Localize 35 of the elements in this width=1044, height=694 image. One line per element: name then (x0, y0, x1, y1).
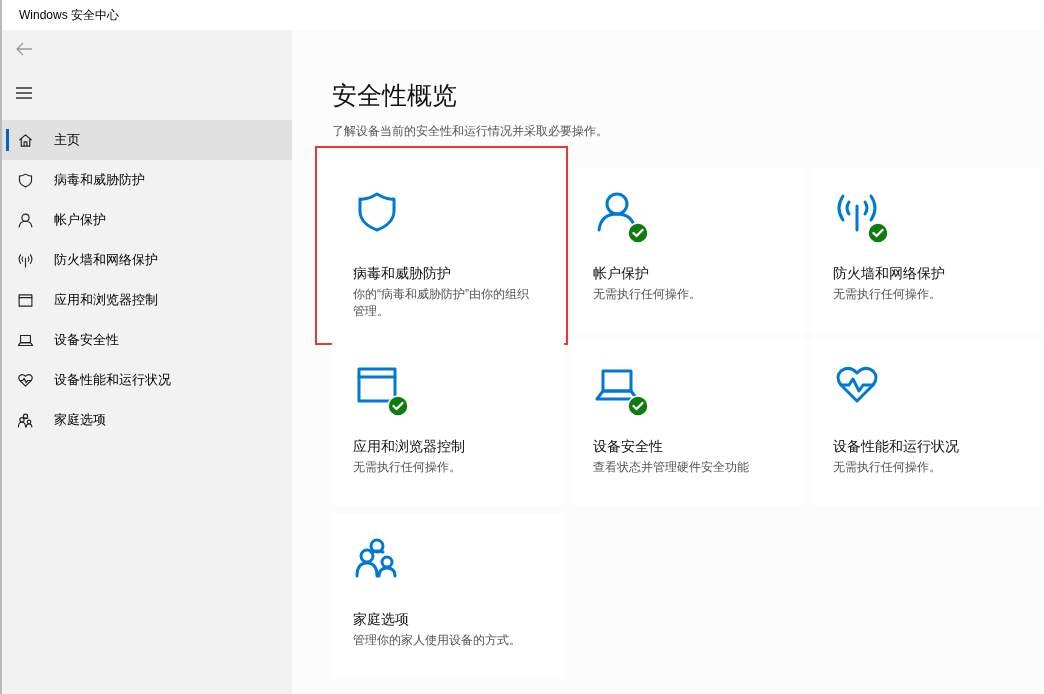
card-description: 管理你的家人使用设备的方式。 (353, 632, 522, 649)
card-title: 防火墙和网络保护 (833, 264, 946, 283)
card-description: 无需执行任何操作。 (593, 286, 702, 303)
card-description: 查看状态并管理硬件安全功能 (593, 459, 750, 476)
card-description: 你的“病毒和威胁防护”由你的组织管理。 (353, 286, 530, 320)
home-icon (17, 131, 34, 149)
selection-indicator (6, 129, 9, 151)
sidebar-item[interactable]: 防火墙和网络保护 (2, 240, 292, 280)
person-icon (17, 211, 34, 229)
card-title: 设备性能和运行状况 (833, 437, 960, 456)
menu-icon (16, 87, 32, 99)
antenna-icon (17, 251, 34, 269)
card-title: 应用和浏览器控制 (353, 437, 466, 456)
window-icon (17, 291, 34, 309)
card-title: 病毒和威胁防护 (353, 264, 452, 283)
shield-icon (17, 171, 34, 189)
card-description: 无需执行任何操作。 (833, 459, 942, 476)
sidebar-item[interactable]: 主页 (2, 120, 292, 160)
sidebar-item[interactable]: 病毒和威胁防护 (2, 160, 292, 200)
card-description: 无需执行任何操作。 (833, 286, 942, 303)
family-icon (17, 411, 34, 429)
sidebar-item[interactable]: 家庭选项 (2, 400, 292, 440)
heart-icon (17, 371, 34, 389)
card-title: 家庭选项 (353, 610, 410, 629)
back-arrow-icon (15, 42, 33, 56)
window-title: Windows 安全中心 (19, 7, 119, 24)
sidebar-item[interactable]: 应用和浏览器控制 (2, 280, 292, 320)
sidebar-item[interactable]: 设备性能和运行状况 (2, 360, 292, 400)
page-subtitle: 了解设备当前的安全性和运行情况并采取必要操作。 (332, 123, 609, 140)
card-title: 设备安全性 (593, 437, 664, 456)
sidebar-item[interactable]: 帐户保护 (2, 200, 292, 240)
sidebar-item[interactable]: 设备安全性 (2, 320, 292, 360)
card-description: 无需执行任何操作。 (353, 459, 462, 476)
page-title: 安全性概览 (332, 80, 458, 111)
card-title: 帐户保护 (593, 264, 650, 283)
